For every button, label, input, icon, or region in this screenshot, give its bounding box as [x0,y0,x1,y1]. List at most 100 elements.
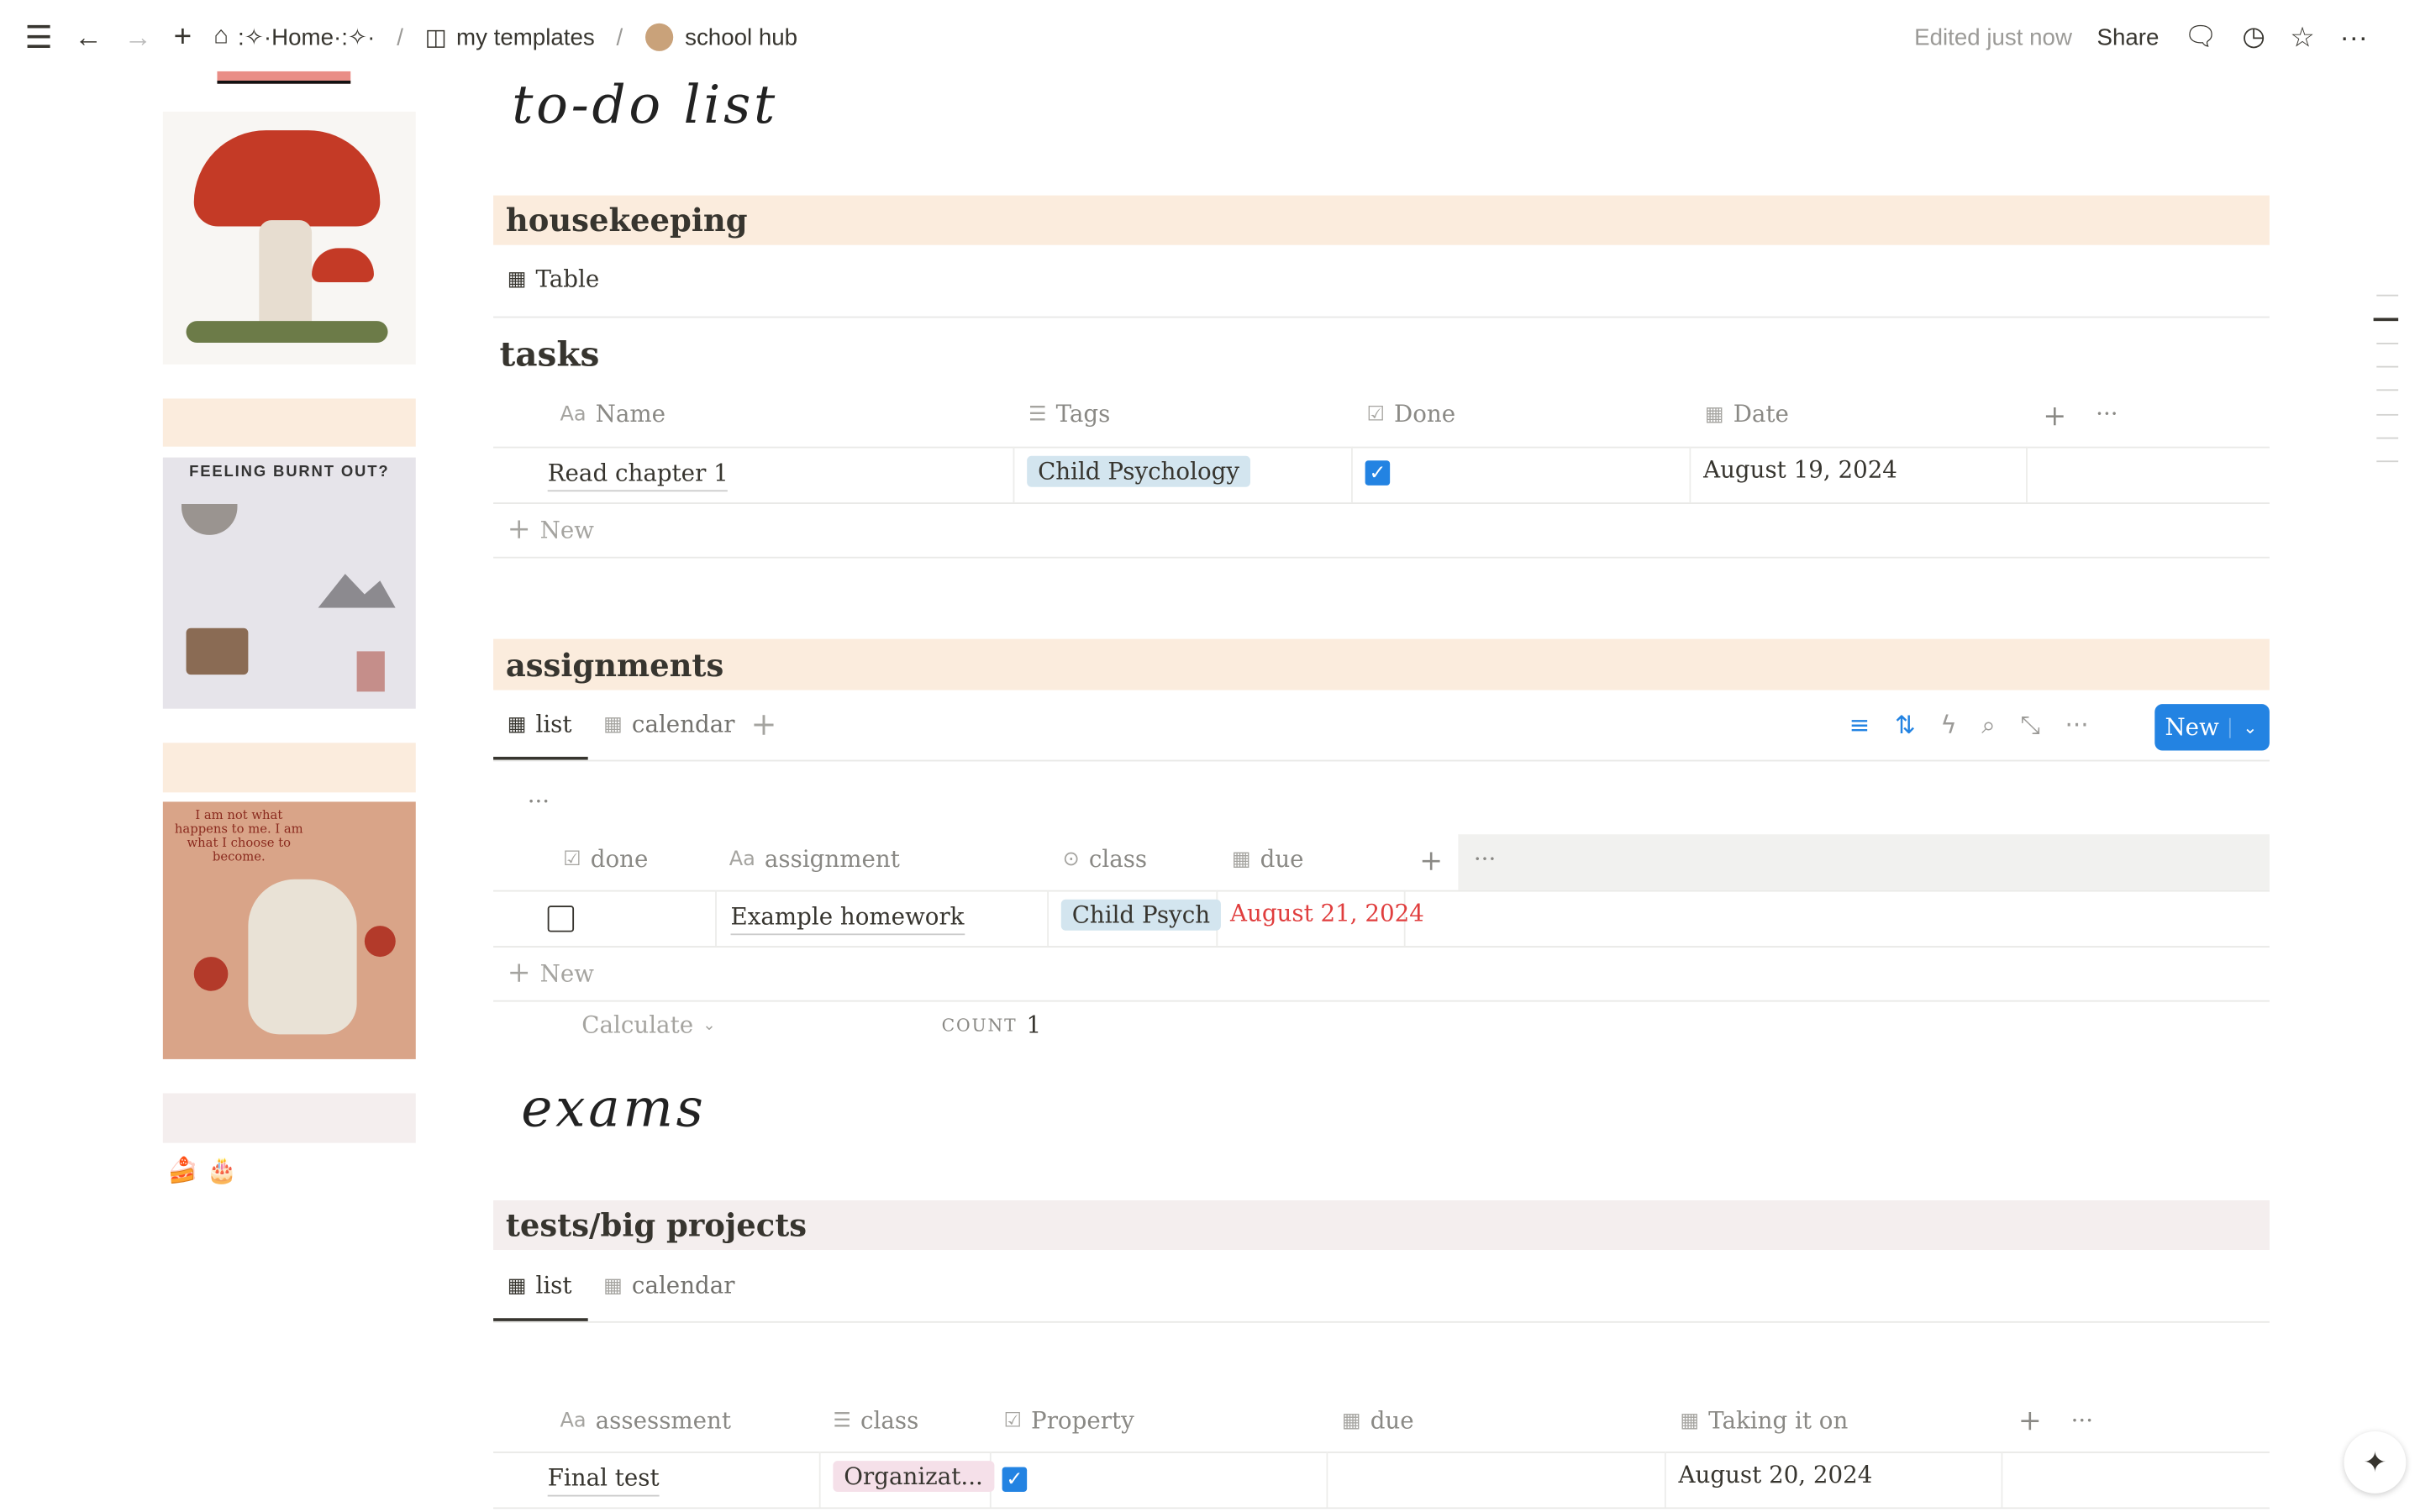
calendar-icon: ▦ [1704,402,1724,426]
tab-calendar[interactable]: ▦ calendar [603,711,734,738]
column-label: assignment [764,845,900,874]
column-name[interactable]: Aa Name [560,400,666,428]
column-class[interactable]: ☰ class [833,1406,918,1434]
new-task-button[interactable]: + New [508,513,594,546]
header-hover-area [1458,834,2270,890]
column-due[interactable]: ▦ due [1232,845,1304,873]
table-icon: ▦ [507,267,527,291]
calendar-icon: ▦ [1341,1409,1361,1432]
peach-block [162,743,416,793]
breadcrumb-my-templates[interactable]: my templates [456,24,595,50]
column-label: due [1370,1406,1414,1435]
comment-icon[interactable]: 🗨 [2184,22,2217,53]
history-icon[interactable]: ◷ [2242,22,2265,53]
new-page-icon[interactable]: + [174,19,192,55]
column-label: Tags [1055,400,1111,428]
assignment-name[interactable]: Example homework [730,900,965,936]
expand-icon[interactable]: ⤡ [2020,711,2040,742]
more-icon[interactable]: ··· [528,788,550,816]
column-due[interactable]: ▦ due [1342,1406,1414,1434]
tab-calendar[interactable]: ▦ calendar [603,1272,734,1299]
column-assignment[interactable]: Aa assignment [729,845,900,873]
calendar-icon: ▦ [1231,847,1251,871]
divider [493,316,2270,318]
breadcrumb-home[interactable]: :✧·Home·:✧· [238,24,375,51]
column-class[interactable]: ⊙ class [1063,845,1148,873]
plus-icon: + [507,957,531,990]
table-view-label: Table [535,265,600,293]
column-label: class [860,1406,919,1435]
add-column-icon[interactable]: + [1419,845,1443,878]
list-icon: ☰ [1028,402,1047,426]
star-icon[interactable]: ☆ [2290,21,2315,54]
assessment-name[interactable]: Final test [547,1461,660,1497]
housekeeping-title: housekeeping [505,201,748,239]
automation-icon[interactable]: ϟ [1940,711,1957,742]
more-icon[interactable]: ··· [2071,1406,2093,1434]
assignment-class[interactable]: Child Psych [1060,899,1221,931]
column-label: Name [595,400,666,428]
column-label: assessment [595,1406,732,1435]
ai-sparkle-button[interactable]: ✦ [2344,1431,2407,1494]
column-property[interactable]: ☑ Property [1003,1406,1134,1434]
calendar-icon: ▦ [1680,1409,1700,1432]
add-view-icon[interactable]: + [751,706,777,743]
new-assignment-button[interactable]: + New [508,957,594,990]
add-column-icon[interactable]: + [2018,1405,2042,1438]
share-button[interactable]: Share [2097,24,2160,50]
count-label: COUNT [941,1015,1018,1036]
more-icon[interactable]: ··· [2340,21,2368,54]
burnout-image: FEELING BURNT OUT? [162,457,416,709]
task-name[interactable]: Read chapter 1 [547,456,729,492]
tab-list[interactable]: ▦ list [508,1272,572,1299]
more-icon[interactable]: ··· [2065,711,2089,742]
tab-list[interactable]: ▦ list [508,711,572,738]
breadcrumb-school-hub[interactable]: school hub [685,24,797,50]
pixel-decoration [217,71,351,84]
task-date[interactable]: August 19, 2024 [1703,456,1897,484]
column-label: due [1260,845,1304,874]
column-assessment[interactable]: Aa assessment [560,1406,731,1434]
search-icon[interactable]: ⌕ [1981,711,1996,742]
tab-label: list [535,710,572,738]
assignment-due[interactable]: August 21, 2024 [1230,900,1424,927]
column-label: done [590,845,649,874]
forward-icon[interactable]: → [124,21,152,54]
more-icon[interactable]: ··· [2096,400,2118,428]
more-icon[interactable]: ··· [1474,845,1496,873]
column-date[interactable]: ▦ Date [1705,400,1789,428]
task-tag[interactable]: Child Psychology [1027,455,1250,487]
add-column-icon[interactable]: + [2043,400,2066,433]
top-bar: ☰ ← → + ⌂ :✧·Home·:✧· / ◫ my templates /… [25,18,798,55]
column-taking-it-on[interactable]: ▦ Taking it on [1680,1406,1848,1434]
task-done-checkbox[interactable]: ✓ [1365,460,1391,486]
chevron-down-icon[interactable]: ⌄ [2228,717,2270,738]
column-tags[interactable]: ☰ Tags [1028,400,1110,428]
assignment-done-checkbox[interactable] [547,906,575,932]
housekeeping-heading: housekeeping [493,195,2270,245]
assessment-property-checkbox[interactable]: ✓ [1002,1467,1028,1492]
filter-icon[interactable]: ≡ [1849,711,1870,742]
text-icon: Aa [560,402,587,426]
new-button-label: New [2165,713,2219,742]
back-icon[interactable]: ← [74,21,102,54]
assignments-heading: assignments [493,638,2270,690]
table-view-tab[interactable]: ▦ Table [508,265,600,293]
column-done[interactable]: ☑ done [563,845,648,873]
tests-heading: tests/big projects [493,1200,2270,1250]
sort-icon[interactable]: ⇅ [1895,711,1916,742]
tests-title: tests/big projects [505,1206,808,1244]
coffee-icon [644,23,673,51]
assessment-taking-it-on[interactable]: August 20, 2024 [1679,1461,1873,1488]
breadcrumb-separator: / [397,24,403,50]
layout-icon: ◫ [424,24,447,51]
new-button[interactable]: New ⌄ [2154,704,2270,751]
assessment-class[interactable]: Organizat... [833,1461,994,1492]
column-done[interactable]: ☑ Done [1366,400,1455,428]
calculate-dropdown[interactable]: Calculate ⌄ [581,1011,715,1039]
checkmark-icon: ✓ [1002,1467,1028,1492]
calculate-label: Calculate [581,1011,694,1039]
menu-icon[interactable]: ☰ [25,18,53,56]
count-summary[interactable]: COUNT 1 [942,1011,1042,1039]
new-label: New [539,515,594,544]
